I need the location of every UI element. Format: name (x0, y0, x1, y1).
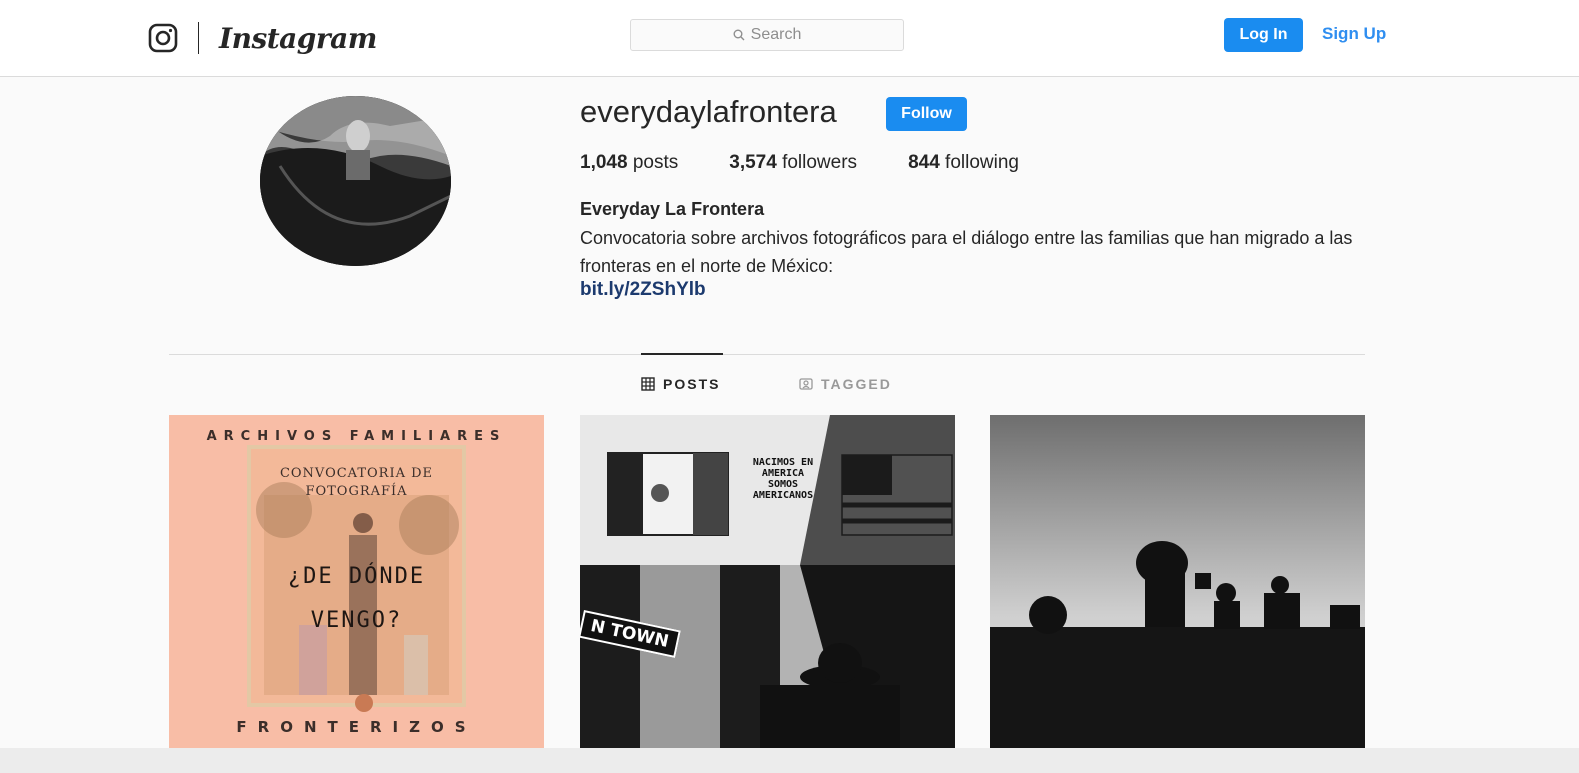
search-icon (733, 29, 745, 41)
instagram-wordmark: Instagram (219, 21, 377, 55)
profile-avatar[interactable] (260, 96, 451, 266)
profile-link[interactable]: bit.ly/2ZShYlb (580, 279, 706, 301)
post-bottom-text: FRONTERIZOS (236, 718, 477, 736)
active-tab-indicator (641, 353, 723, 355)
top-navigation-bar: Instagram Search Log In Sign Up (0, 0, 1579, 77)
tab-tagged[interactable]: TAGGED (799, 376, 892, 392)
brand-divider (198, 22, 199, 54)
grid-icon (641, 377, 655, 391)
posts-count: 1,048 (580, 152, 628, 173)
followers-count: 3,574 (729, 152, 777, 173)
post-thumbnail[interactable]: ARCHIVOS FAMILIARES CONVOCATORIA DE FOTO… (169, 415, 544, 748)
search-input[interactable]: Search (630, 19, 904, 51)
following-label: following (945, 152, 1019, 173)
post-thumbnail[interactable] (990, 415, 1365, 748)
page-bottom-strip (0, 748, 1579, 773)
post-top-text: ARCHIVOS FAMILIARES (206, 429, 507, 444)
following-stat[interactable]: 844 following (908, 152, 1019, 174)
profile-username: everydaylafrontera (580, 94, 837, 129)
login-button[interactable]: Log In (1224, 18, 1303, 52)
post-question-text: ¿DE DÓNDE VENGO? (287, 564, 426, 633)
tabs-divider (169, 354, 1365, 355)
tab-tagged-label: TAGGED (821, 376, 892, 392)
post-sign-text: NACIMOS EN AMERICA SOMOS AMERICANOS (752, 457, 814, 501)
posts-stat[interactable]: 1,048 posts (580, 152, 678, 174)
signup-link[interactable]: Sign Up (1322, 24, 1386, 44)
instagram-camera-icon (148, 23, 178, 53)
posts-label: posts (632, 152, 679, 173)
profile-stats: 1,048 posts 3,574 followers 844 followin… (580, 152, 1070, 174)
tab-posts[interactable]: POSTS (641, 376, 720, 392)
avatar-photo (260, 96, 451, 266)
brand[interactable]: Instagram (148, 18, 377, 58)
profile-full-name: Everyday La Frontera (580, 199, 765, 219)
post-image (990, 415, 1365, 748)
profile-bio: Convocatoria sobre archivos fotográficos… (580, 228, 1353, 276)
tagged-icon (799, 378, 813, 390)
followers-label: followers (782, 152, 858, 173)
followers-stat[interactable]: 3,574 followers (729, 152, 857, 174)
post-thumbnail[interactable]: NACIMOS EN AMERICA SOMOS AMERICANOS N TO… (580, 415, 955, 748)
follow-button[interactable]: Follow (886, 97, 967, 131)
following-count: 844 (908, 152, 940, 173)
tab-posts-label: POSTS (663, 376, 721, 392)
post-convocatoria-text: CONVOCATORIA DE FOTOGRAFÍA (279, 466, 434, 499)
search-placeholder: Search (750, 26, 802, 43)
